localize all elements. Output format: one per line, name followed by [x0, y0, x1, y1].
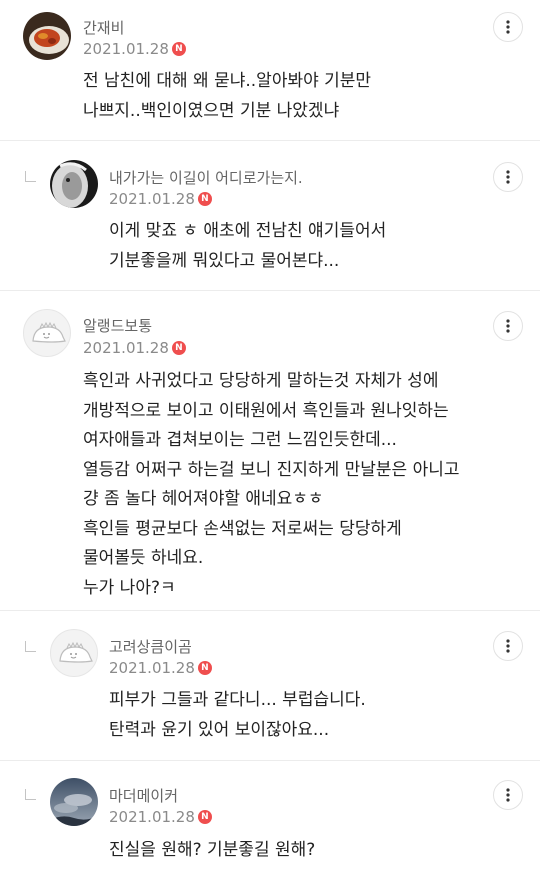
comment-date: 2021.01.28 N: [83, 339, 186, 357]
reply-item: 마더메이커 2021.01.28 N 진실을 원해? 기분좋길 원해?: [0, 761, 540, 874]
more-vertical-icon: [506, 319, 510, 333]
comment-line: 피부가 그들과 같다니... 부럽습니다.: [109, 690, 366, 710]
more-options-button[interactable]: [493, 12, 523, 42]
comment-body: 이게 맞죠 ㅎ 애초에 전남친 얘기들어서 기분좋을께 뭐있다고 물어본댜...: [109, 217, 386, 276]
comment-date-text: 2021.01.28: [83, 339, 169, 357]
comment-nickname[interactable]: 마더메이커: [109, 785, 178, 806]
more-options-button[interactable]: [493, 162, 523, 192]
reply-indent-icon: [25, 789, 36, 800]
reply-indent-icon: [25, 171, 36, 182]
comment-line: 열등감 어쩌구 하는걸 보니 진지하게 만날분은 아니고: [83, 459, 460, 480]
reply-item: 고려상큼이곰 2021.01.28 N 피부가 그들과 같다니... 부럽습니다…: [0, 611, 540, 760]
comment-line: 물어볼듯 하네요.: [83, 548, 204, 568]
dino-avatar[interactable]: [23, 309, 71, 357]
comment-date-text: 2021.01.28: [109, 659, 195, 677]
more-options-button[interactable]: [493, 780, 523, 810]
lion-photo-avatar[interactable]: [50, 160, 98, 208]
comment-body: 전 남친에 대해 왜 묻냐..알아봐야 기분만 나쁘지..백인이였으면 기분 나…: [83, 67, 371, 126]
reply-item: 내가가는 이길이 어디로가는지. 2021.01.28 N 이게 맞죠 ㅎ 애초…: [0, 141, 540, 290]
more-vertical-icon: [506, 20, 510, 34]
comment-line: 전 남친에 대해 왜 묻냐..알아봐야 기분만: [83, 71, 372, 91]
comment-item: 알랭드보통 2021.01.28 N 흑인과 사귀었다고 당당하게 말하는것 자…: [0, 291, 540, 610]
new-badge: N: [171, 341, 186, 355]
comment-line: 개방적으로 보이고 이태원에서 흑인들과 원나잇하는: [83, 400, 449, 421]
comment-body: 피부가 그들과 같다니... 부럽습니다. 탄력과 윤기 있어 보이잖아요...: [109, 686, 366, 745]
more-options-button[interactable]: [493, 311, 523, 341]
dino-avatar[interactable]: [50, 629, 98, 677]
sky-photo-avatar[interactable]: [50, 778, 98, 826]
comment-line: 나쁘지..백인이였으면 기분 나았겠냐: [83, 100, 340, 121]
comment-line: 기분좋을께 뭐있다고 물어본댜...: [109, 250, 340, 271]
comment-body: 진실을 원해? 기분좋길 원해?: [109, 836, 315, 866]
comment-line: 걍 좀 놀다 헤어져야할 애네요ㅎㅎ: [83, 489, 324, 509]
comment-line: 흑인들 평균보다 손색없는 저로써는 당당하게: [83, 518, 402, 539]
new-badge: N: [197, 192, 212, 206]
comment-date: 2021.01.28 N: [109, 808, 212, 826]
new-badge: N: [197, 810, 212, 824]
comment-nickname[interactable]: 내가가는 이길이 어디로가는지.: [109, 167, 303, 188]
comment-nickname[interactable]: 고려상큼이곰: [109, 636, 192, 657]
comment-item: 간재비 2021.01.28 N 전 남친에 대해 왜 묻냐..알아봐야 기분만…: [0, 0, 540, 140]
comment-date: 2021.01.28 N: [109, 190, 212, 208]
comment-line: 여자애들과 겹쳐보이는 그런 느낌인듯한데...: [83, 430, 397, 450]
more-vertical-icon: [506, 788, 510, 802]
more-vertical-icon: [506, 170, 510, 184]
comment-line: 누가 나아?ㅋ: [83, 577, 176, 598]
reply-indent-icon: [25, 641, 36, 652]
comment-date: 2021.01.28 N: [109, 659, 212, 677]
more-vertical-icon: [506, 639, 510, 653]
comment-nickname[interactable]: 간재비: [83, 17, 124, 38]
comment-line: 탄력과 윤기 있어 보이잖아요...: [109, 719, 330, 740]
comment-date-text: 2021.01.28: [109, 190, 195, 208]
new-badge: N: [171, 42, 186, 56]
comment-body: 흑인과 사귀었다고 당당하게 말하는것 자체가 성에 개방적으로 보이고 이태원…: [83, 367, 460, 603]
more-options-button[interactable]: [493, 631, 523, 661]
comment-nickname[interactable]: 알랭드보통: [83, 315, 152, 336]
comment-line: 흑인과 사귀었다고 당당하게 말하는것 자체가 성에: [83, 371, 439, 391]
comment-line: 진실을 원해? 기분좋길 원해?: [109, 840, 316, 860]
comment-date: 2021.01.28 N: [83, 40, 186, 58]
new-badge: N: [197, 661, 212, 675]
comment-date-text: 2021.01.28: [83, 40, 169, 58]
comment-date-text: 2021.01.28: [109, 808, 195, 826]
food-photo-avatar[interactable]: [23, 12, 71, 60]
comment-line: 이게 맞죠 ㅎ 애초에 전남친 얘기들어서: [109, 221, 387, 241]
